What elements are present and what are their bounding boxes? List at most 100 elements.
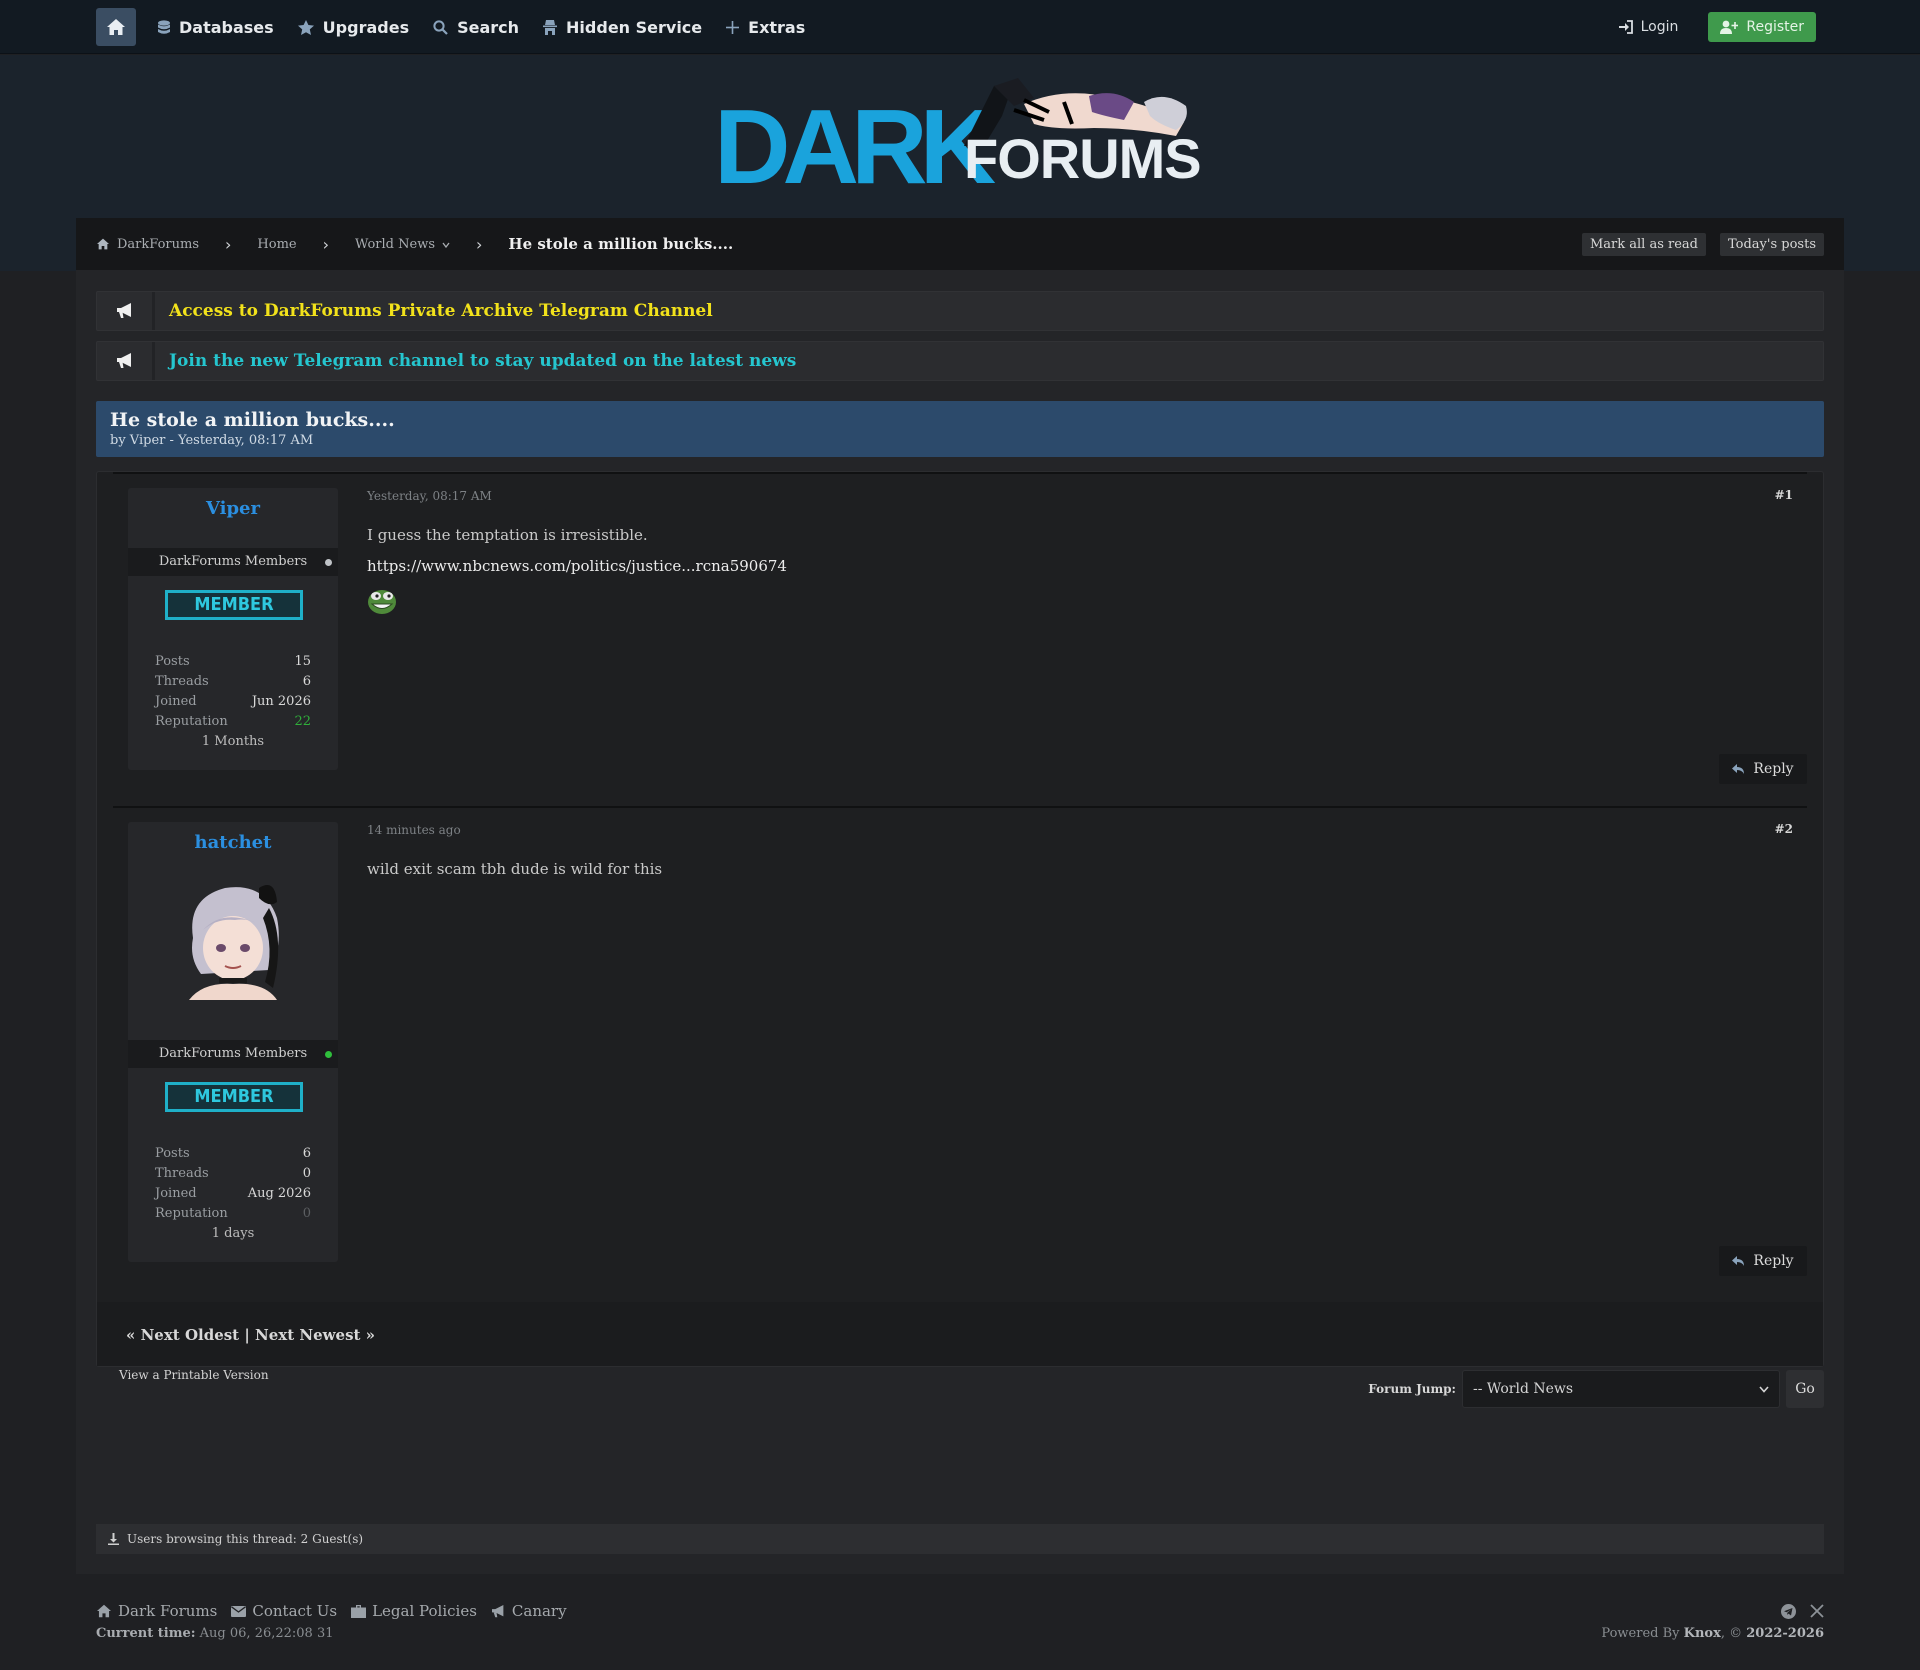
breadcrumb-home[interactable]: Home bbox=[257, 237, 296, 252]
next-oldest-newest-links[interactable]: « Next Oldest | Next Newest » bbox=[126, 1326, 375, 1344]
reply-button[interactable]: Reply bbox=[1719, 1246, 1807, 1276]
user-group-label: DarkForums Members bbox=[158, 554, 308, 569]
announcement-icon-box bbox=[97, 292, 155, 330]
rank-badge: MEMBER bbox=[165, 590, 303, 620]
home-button[interactable] bbox=[96, 8, 136, 46]
breadcrumb-world-news[interactable]: World News bbox=[355, 237, 450, 252]
current-time-label: Current time: bbox=[96, 1626, 196, 1641]
users-browsing-text: Users browsing this thread: 2 Guest(s) bbox=[127, 1532, 364, 1546]
download-icon bbox=[108, 1533, 119, 1545]
todays-posts-button[interactable]: Today's posts bbox=[1720, 233, 1824, 256]
breadcrumb: DarkForums › Home › World News › He stol… bbox=[76, 218, 1844, 270]
bullhorn-icon bbox=[116, 303, 131, 318]
stat-posts: Posts 6 bbox=[155, 1146, 311, 1161]
footer-link-canary[interactable]: Canary bbox=[491, 1602, 567, 1620]
powered-suffix: , © bbox=[1720, 1626, 1743, 1641]
member-since: 1 days bbox=[211, 1226, 255, 1241]
footer-link-legal[interactable]: Legal Policies bbox=[351, 1602, 477, 1620]
user-stats: Posts 15 Threads 6 Joined Jun 2026 Reputati… bbox=[155, 652, 311, 752]
current-time-value: Aug 06, 26,22:08 31 bbox=[199, 1626, 334, 1641]
footer-links: Dark Forums Contact Us Legal Policies Ca… bbox=[96, 1602, 567, 1620]
post-2: hatchet DarkForums Members MEMBER Posts … bbox=[113, 806, 1807, 1300]
user-avatar-icon[interactable] bbox=[173, 878, 293, 1000]
post-number-link[interactable]: #1 bbox=[1775, 488, 1793, 502]
stat-posts: Posts 15 bbox=[155, 654, 311, 669]
stat-reputation[interactable]: Reputation 0 bbox=[155, 1204, 311, 1224]
envelope-icon bbox=[231, 1605, 247, 1617]
footer-link-label: Contact Us bbox=[252, 1602, 338, 1620]
breadcrumb-world-news-label: World News bbox=[355, 236, 435, 252]
stat-reputation[interactable]: Reputation 22 bbox=[155, 712, 311, 732]
chevron-right-icon: › bbox=[225, 234, 232, 254]
search-icon bbox=[433, 19, 448, 35]
stat-joined: Joined Jun 2026 bbox=[155, 694, 311, 709]
online-status-icon bbox=[325, 1051, 332, 1058]
user-stats: Posts 6 Threads 0 Joined Aug 2026 Reputatio… bbox=[155, 1144, 311, 1244]
post-content: 14 minutes ago #2 wild exit scam tbh dud… bbox=[367, 822, 1807, 1292]
nav-extras-label: Extras bbox=[748, 17, 806, 37]
forum-jump-select[interactable]: -- World News bbox=[1462, 1370, 1780, 1408]
incognito-icon bbox=[543, 19, 558, 35]
thread-meta: by Viper - Yesterday, 08:17 AM bbox=[110, 433, 314, 448]
main-container: DarkForums › Home › World News › He stol… bbox=[76, 218, 1844, 1574]
breadcrumb-current: He stole a million bucks.... bbox=[508, 235, 734, 253]
reply-label: Reply bbox=[1753, 1253, 1794, 1269]
post-author-profile: Viper DarkForums Members MEMBER Posts 15 … bbox=[128, 488, 338, 770]
site-logo[interactable]: DARK FORUMS bbox=[714, 76, 1204, 200]
home-icon bbox=[107, 19, 125, 35]
login-link[interactable]: Login bbox=[1618, 19, 1679, 35]
announcement-telegram-archive[interactable]: Access to DarkForums Private Archive Tel… bbox=[96, 291, 1824, 331]
star-icon bbox=[297, 19, 314, 35]
footer-link-dark-forums[interactable]: Dark Forums bbox=[96, 1602, 217, 1620]
announcement-telegram-news[interactable]: Join the new Telegram channel to stay up… bbox=[96, 341, 1824, 381]
forum-jump-go-button[interactable]: Go bbox=[1786, 1370, 1824, 1408]
database-icon bbox=[158, 19, 170, 34]
login-label: Login bbox=[1640, 19, 1679, 35]
announcement-icon-box bbox=[97, 342, 155, 380]
post-date: 14 minutes ago bbox=[367, 823, 461, 837]
offline-status-icon bbox=[325, 559, 332, 566]
briefcase-icon bbox=[351, 1604, 367, 1618]
forum-jump-selected: -- World News bbox=[1473, 1381, 1574, 1397]
powered-name-link[interactable]: Knox bbox=[1684, 1626, 1721, 1641]
register-button[interactable]: Register bbox=[1708, 12, 1816, 42]
nav-hidden-service[interactable]: Hidden Service bbox=[543, 18, 702, 37]
reply-icon bbox=[1732, 763, 1745, 774]
telegram-icon[interactable] bbox=[1781, 1604, 1796, 1619]
printable-version-link[interactable]: View a Printable Version bbox=[119, 1368, 269, 1382]
pepe-emoji-icon bbox=[368, 590, 396, 614]
sign-in-icon bbox=[1618, 20, 1633, 34]
nav-search[interactable]: Search bbox=[433, 18, 519, 37]
chevron-right-icon: › bbox=[322, 234, 329, 254]
thread-title: He stole a million bucks.... bbox=[110, 409, 395, 431]
post-author-username[interactable]: Viper bbox=[128, 498, 338, 519]
chevron-right-icon: › bbox=[476, 234, 483, 254]
nav-search-label: Search bbox=[457, 17, 520, 37]
stat-threads: Threads 0 bbox=[155, 1166, 311, 1181]
user-group: DarkForums Members bbox=[128, 1040, 338, 1068]
breadcrumb-home-label: Home bbox=[257, 236, 297, 252]
nav-databases-label: Databases bbox=[179, 17, 274, 37]
forum-jump: Forum Jump: -- World News Go bbox=[1368, 1370, 1824, 1408]
chevron-down-icon bbox=[1759, 1386, 1769, 1393]
post-author-username[interactable]: hatchet bbox=[128, 832, 338, 853]
post-number-link[interactable]: #2 bbox=[1775, 822, 1793, 836]
footer-link-label: Legal Policies bbox=[372, 1602, 477, 1620]
nav-upgrades-label: Upgrades bbox=[322, 17, 410, 37]
mark-all-read-button[interactable]: Mark all as read bbox=[1581, 233, 1706, 256]
post-date: Yesterday, 08:17 AM bbox=[367, 489, 492, 503]
powered-by: Powered By Knox, © 2022-2026 bbox=[1601, 1626, 1824, 1641]
footer-link-contact[interactable]: Contact Us bbox=[231, 1602, 337, 1620]
reply-button[interactable]: Reply bbox=[1719, 754, 1807, 784]
reply-label: Reply bbox=[1753, 761, 1794, 777]
bullhorn-icon bbox=[491, 1604, 504, 1617]
nav-databases[interactable]: Databases bbox=[158, 18, 274, 37]
nav-upgrades[interactable]: Upgrades bbox=[297, 17, 410, 37]
register-label: Register bbox=[1746, 19, 1804, 35]
user-group-label: DarkForums Members bbox=[158, 1046, 308, 1061]
x-twitter-icon[interactable] bbox=[1810, 1604, 1824, 1618]
post-external-link[interactable]: https://www.nbcnews.com/politics/justice… bbox=[367, 557, 1807, 575]
breadcrumb-darkforums[interactable]: DarkForums bbox=[96, 237, 199, 252]
current-time: Current time: Aug 06, 26,22:08 31 bbox=[96, 1626, 334, 1641]
nav-extras[interactable]: Extras bbox=[726, 18, 805, 37]
